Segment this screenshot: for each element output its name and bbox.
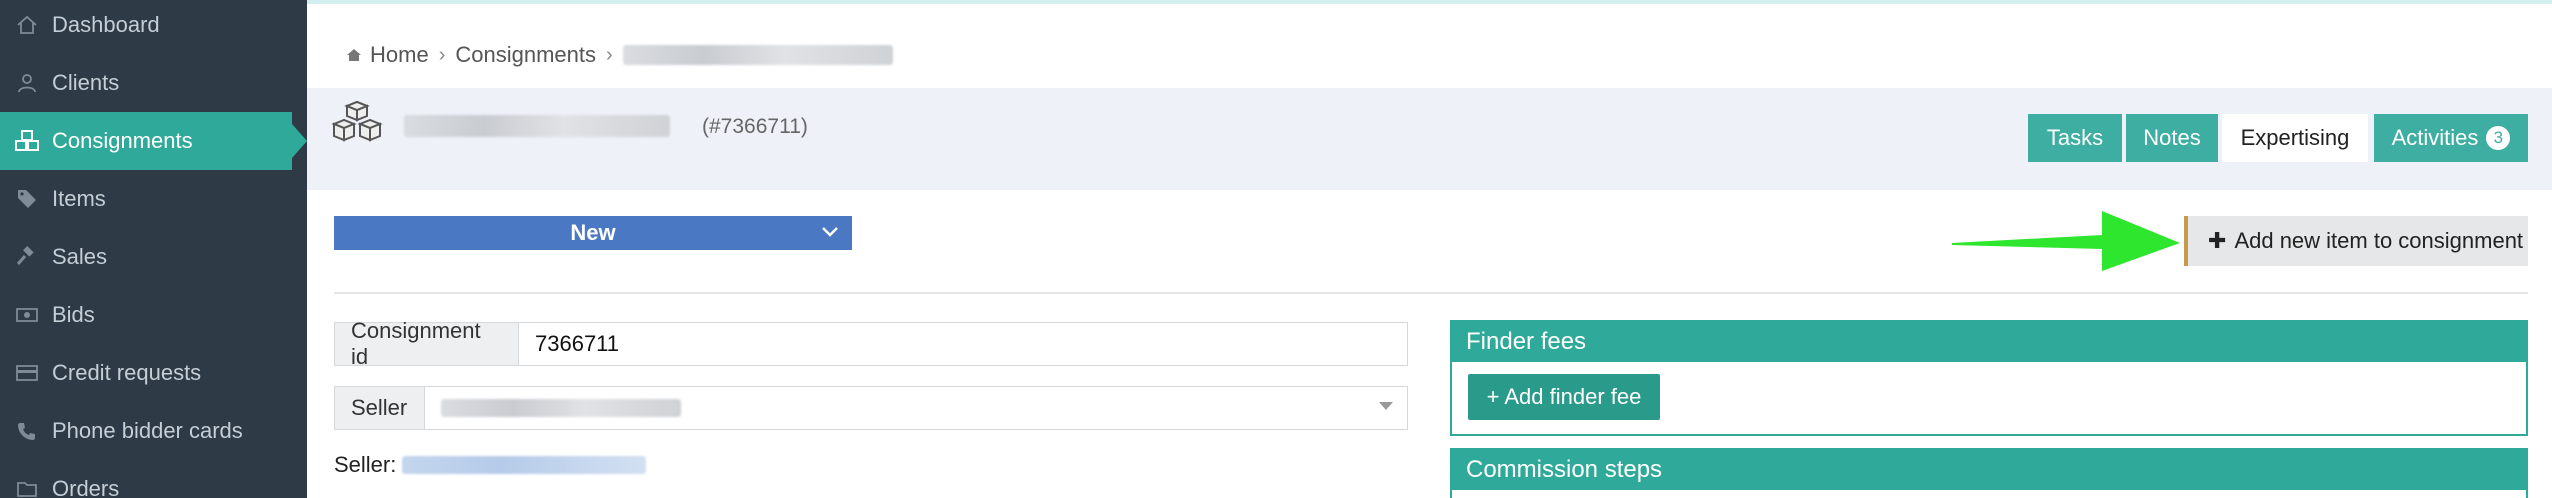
sidebar-item-label: Bids <box>52 302 95 327</box>
chevron-down-icon <box>820 220 840 248</box>
money-icon <box>14 302 40 328</box>
consignment-id-label: Consignment id <box>335 318 519 369</box>
breadcrumb: Home › Consignments › <box>346 40 893 70</box>
top-border <box>307 0 2552 4</box>
credit-card-icon <box>14 360 40 386</box>
sidebar-item-label: Consignments <box>52 128 193 153</box>
sidebar-item-sales[interactable]: Sales <box>0 228 307 286</box>
breadcrumb-separator: › <box>606 43 613 66</box>
sidebar-item-label: Clients <box>52 70 120 95</box>
seller-select[interactable] <box>425 387 1407 429</box>
seller-value-redacted <box>441 399 681 417</box>
add-item-label: Add new item to consignment <box>2234 228 2524 253</box>
breadcrumb-separator: › <box>438 43 446 66</box>
consignment-id-display: (#7366711) <box>702 115 808 138</box>
finder-fees-panel: Finder fees + Add finder fee <box>1450 320 2528 436</box>
sidebar-item-credit-requests[interactable]: Credit requests <box>0 344 307 402</box>
add-finder-fee-button[interactable]: + Add finder fee <box>1468 374 1660 420</box>
activities-count-badge: 3 <box>2486 126 2511 150</box>
caret-down-icon <box>1379 402 1393 410</box>
breadcrumb-consignments[interactable]: Consignments <box>455 42 596 68</box>
boxes-icon <box>14 128 40 154</box>
tab-notes[interactable]: Notes <box>2126 114 2218 162</box>
sidebar-item-label: Dashboard <box>52 12 160 37</box>
commission-steps-title: Commission steps <box>1452 450 2526 490</box>
green-arrow-icon <box>1952 205 2182 275</box>
status-select[interactable]: New <box>334 216 852 250</box>
plus-icon: ✚ <box>2208 228 2227 253</box>
sidebar-item-clients[interactable]: Clients <box>0 54 307 112</box>
tab-activities[interactable]: Activities 3 <box>2374 114 2528 162</box>
folder-icon <box>14 476 40 498</box>
tab-activities-label: Activities <box>2391 125 2479 150</box>
sidebar-item-label: Phone bidder cards <box>52 418 243 443</box>
breadcrumb-home[interactable]: Home <box>370 42 429 68</box>
consignment-id-field: Consignment id 7366711 <box>334 318 1408 369</box>
phone-icon <box>14 418 40 444</box>
commission-steps-panel: Commission steps <box>1450 448 2528 498</box>
breadcrumb-current-redacted <box>622 45 893 65</box>
sidebar-item-dashboard[interactable]: Dashboard <box>0 0 307 54</box>
consignment-title-redacted <box>404 115 670 142</box>
add-item-button[interactable]: ✚ Add new item to consignment <box>2184 216 2528 266</box>
sidebar-item-label: Sales <box>52 244 108 269</box>
seller-label: Seller <box>335 387 425 429</box>
sidebar-item-bids[interactable]: Bids <box>0 286 307 344</box>
home-icon <box>14 12 40 38</box>
tab-expertising[interactable]: Expertising <box>2222 114 2368 162</box>
user-icon <box>14 70 40 96</box>
sidebar-item-phone-bidder-cards[interactable]: Phone bidder cards <box>0 402 307 460</box>
sidebar-item-label: Credit requests <box>52 360 202 385</box>
consignment-id-input[interactable]: 7366711 <box>519 323 1407 365</box>
sidebar-item-orders[interactable]: Orders <box>0 460 307 498</box>
tab-tasks[interactable]: Tasks <box>2028 114 2122 162</box>
sidebar: Dashboard Clients Consignments Items Sal… <box>0 0 307 498</box>
sidebar-item-label: Items <box>52 186 106 211</box>
seller-link-row: Seller: <box>334 452 647 478</box>
sidebar-item-items[interactable]: Items <box>0 170 307 228</box>
seller-field: Seller <box>334 386 1408 430</box>
seller-link-label: Seller: <box>334 452 397 477</box>
sidebar-item-label: Orders <box>52 476 120 498</box>
finder-fees-title: Finder fees <box>1452 322 2526 362</box>
status-value: New <box>570 220 616 245</box>
tags-icon <box>14 186 40 212</box>
boxes-icon <box>330 100 384 146</box>
gavel-icon <box>14 244 40 270</box>
home-icon <box>346 47 362 63</box>
divider <box>334 292 2528 294</box>
sidebar-item-consignments[interactable]: Consignments <box>0 112 307 170</box>
seller-link-redacted[interactable] <box>402 456 647 474</box>
